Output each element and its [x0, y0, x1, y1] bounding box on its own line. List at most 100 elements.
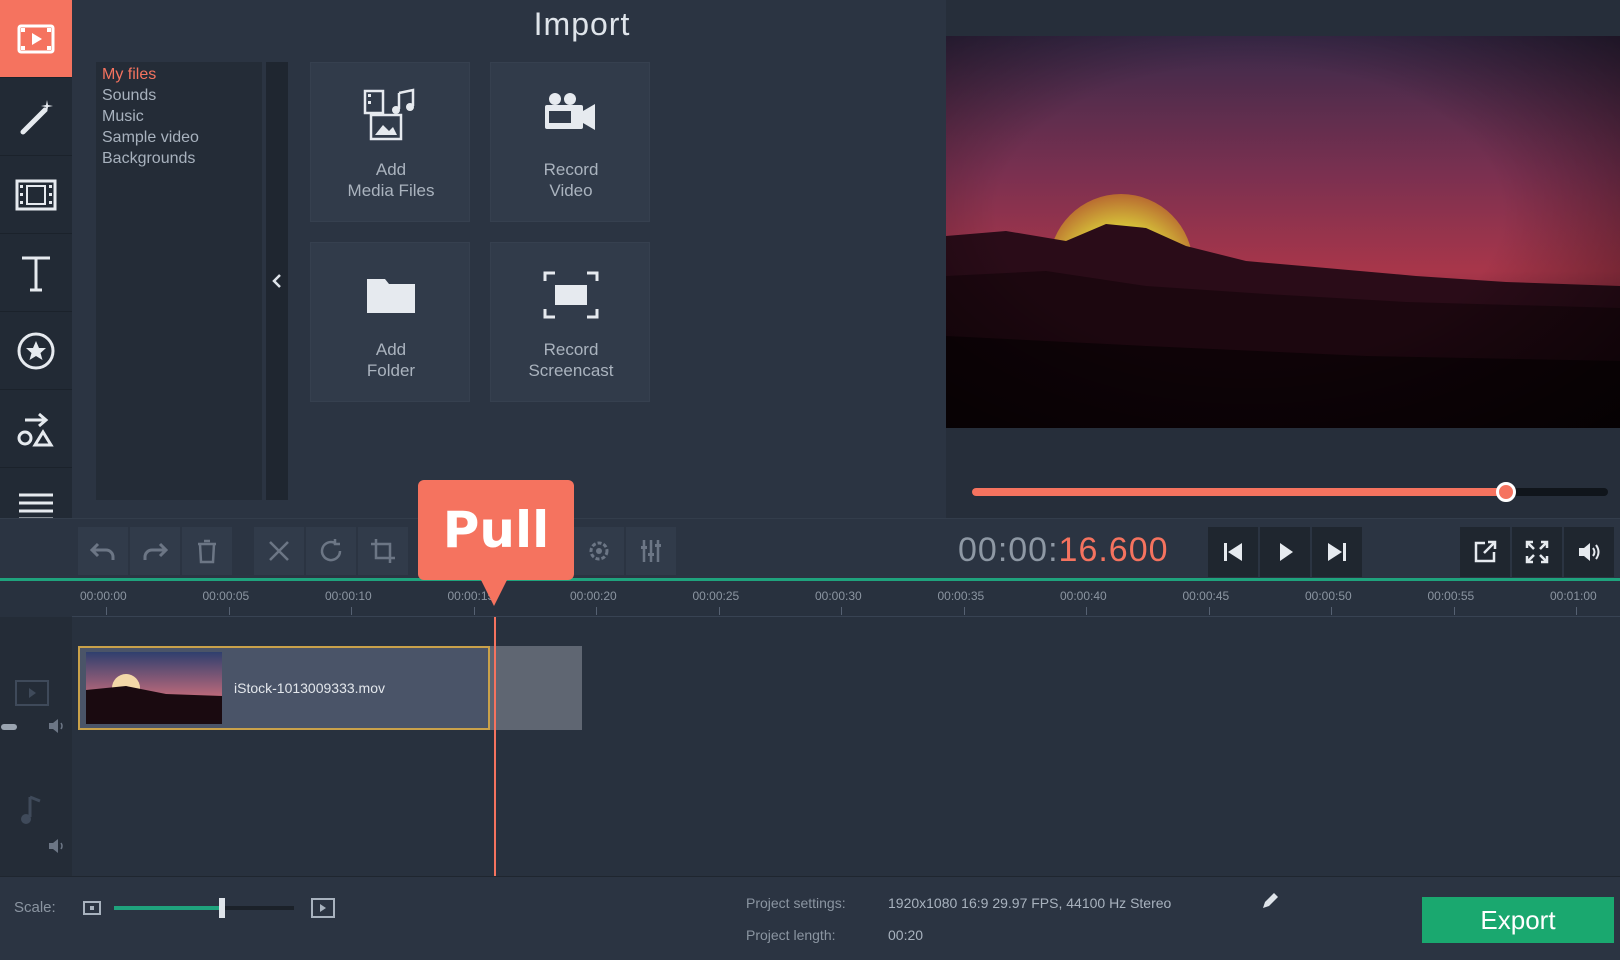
transitions-tool-button[interactable] — [0, 390, 72, 468]
magic-wand-icon — [20, 99, 53, 134]
category-sounds[interactable]: Sounds — [100, 85, 258, 106]
collapse-panel-button[interactable] — [266, 62, 288, 500]
status-bar: Scale: Project settings: 1920x1080 16:9 … — [0, 876, 1620, 960]
undo-button[interactable] — [78, 527, 128, 575]
transitions-icon — [17, 412, 54, 446]
ruler-tick — [106, 607, 107, 615]
callout-pointer — [480, 578, 508, 606]
ruler-tick — [1453, 607, 1455, 615]
project-settings-value: 1920x1080 16:9 29.97 FPS, 44100 Hz Stere… — [888, 895, 1172, 911]
clips-tool-button[interactable] — [0, 156, 72, 234]
ruler-tick — [596, 607, 597, 615]
scale-slider[interactable] — [114, 898, 294, 918]
zoom-in-icon[interactable] — [310, 897, 336, 919]
callout-text: Pull — [442, 501, 550, 559]
seek-progress — [972, 488, 1507, 496]
scale-handle[interactable] — [219, 898, 225, 918]
zoom-out-icon[interactable] — [82, 899, 102, 917]
play-button[interactable] — [1260, 527, 1310, 577]
ruler-tick — [228, 607, 230, 615]
tile-label: Record Screencast — [528, 340, 614, 380]
snapshot-button[interactable] — [1460, 527, 1510, 577]
redo-icon — [143, 542, 169, 560]
link-icon[interactable] — [0, 721, 20, 733]
ruler-tick-label: 00:00:35 — [937, 589, 985, 603]
export-button[interactable]: Export — [1422, 897, 1614, 943]
ruler-tick — [963, 607, 965, 615]
video-preview[interactable] — [946, 36, 1620, 428]
category-backgrounds[interactable]: Backgrounds — [100, 148, 258, 169]
clip-thumbnail-image — [86, 652, 222, 724]
video-track-mute-icon[interactable] — [46, 717, 68, 735]
redo-button[interactable] — [130, 527, 180, 575]
cut-button[interactable] — [254, 527, 304, 575]
add-media-files-button[interactable]: Add Media Files — [310, 62, 470, 222]
clip-filename: iStock-1013009333.mov — [234, 680, 385, 696]
ruler-tick — [1331, 607, 1332, 615]
clip-thumbnail — [86, 652, 222, 724]
audio-track-mute-icon[interactable] — [46, 837, 68, 855]
seek-slider[interactable] — [972, 482, 1608, 502]
tile-label: Add Media Files — [347, 160, 435, 200]
equalizer-icon — [641, 540, 661, 562]
add-media-icon — [363, 88, 415, 141]
filters-tool-button[interactable] — [0, 78, 72, 156]
clip-settings-button[interactable] — [574, 527, 624, 575]
timecode-display: 00:00:16.600 — [958, 531, 1169, 569]
record-video-button[interactable]: Record Video — [490, 62, 650, 222]
video-clip[interactable]: iStock-1013009333.mov — [78, 646, 490, 730]
ruler-tick-label: 00:00:45 — [1182, 589, 1230, 603]
folder-icon — [367, 279, 415, 313]
time-ruler[interactable]: 00:00:00 00:00:05 00:00:10 00:00:15 00:00:20… — [72, 581, 1620, 617]
ruler-tick-label: 00:00:00 — [80, 589, 127, 603]
category-music[interactable]: Music — [100, 106, 258, 127]
ruler-tick — [1208, 607, 1210, 615]
next-button[interactable] — [1312, 527, 1362, 577]
timeline: 00:00:00 00:00:05 00:00:10 00:00:15 00:00:20… — [0, 578, 1620, 879]
scale-label: Scale: — [14, 899, 56, 916]
text-icon — [22, 256, 50, 291]
ruler-tick-label: 00:00:55 — [1427, 589, 1475, 603]
previous-button[interactable] — [1208, 527, 1258, 577]
equalizer-button[interactable] — [626, 527, 676, 575]
tile-label: Add Folder — [366, 340, 416, 380]
scissors-icon — [269, 541, 289, 561]
undo-icon — [89, 542, 115, 560]
ruler-tick-label: 00:00:40 — [1060, 589, 1107, 603]
tile-label: Record Video — [543, 160, 599, 200]
playhead[interactable] — [494, 617, 496, 879]
skip-forward-icon — [1328, 543, 1346, 561]
trash-icon — [198, 539, 216, 564]
crop-button[interactable] — [358, 527, 408, 575]
delete-button[interactable] — [182, 527, 232, 575]
edit-toolbar: 00:00:16.600 — [0, 518, 1620, 578]
preview-frame — [946, 36, 1620, 428]
panel-title: Import — [533, 6, 631, 42]
record-screencast-button[interactable]: Record Screencast — [490, 242, 650, 402]
stickers-tool-button[interactable] — [0, 312, 72, 390]
gear-icon — [589, 541, 609, 561]
ruler-tick — [473, 607, 475, 615]
ruler-tick-label: 00:00:50 — [1305, 589, 1352, 603]
fullscreen-button[interactable] — [1512, 527, 1562, 577]
category-sample-video[interactable]: Sample video — [100, 127, 258, 148]
ruler-tick-label: 00:00:10 — [325, 589, 372, 603]
category-my-files[interactable]: My files — [100, 64, 258, 85]
pencil-icon[interactable] — [1260, 891, 1280, 911]
clip-extension-preview — [490, 646, 582, 730]
titles-tool-button[interactable] — [0, 234, 72, 312]
ruler-tick — [718, 607, 720, 615]
volume-button[interactable] — [1564, 527, 1614, 577]
rotate-button[interactable] — [306, 527, 356, 575]
ruler-tick — [351, 607, 352, 615]
export-frame-icon — [1474, 540, 1497, 563]
add-folder-button[interactable]: Add Folder — [310, 242, 470, 402]
pull-callout: Pull — [418, 480, 574, 580]
music-note-icon — [21, 795, 41, 824]
crop-icon — [371, 539, 395, 563]
project-length-value: 00:20 — [888, 927, 924, 943]
filmstrip-icon — [15, 179, 57, 210]
project-length-label: Project length: — [746, 927, 836, 943]
category-list: My files Sounds Music Sample video Backg… — [96, 62, 262, 500]
import-tool-button[interactable] — [0, 0, 72, 78]
